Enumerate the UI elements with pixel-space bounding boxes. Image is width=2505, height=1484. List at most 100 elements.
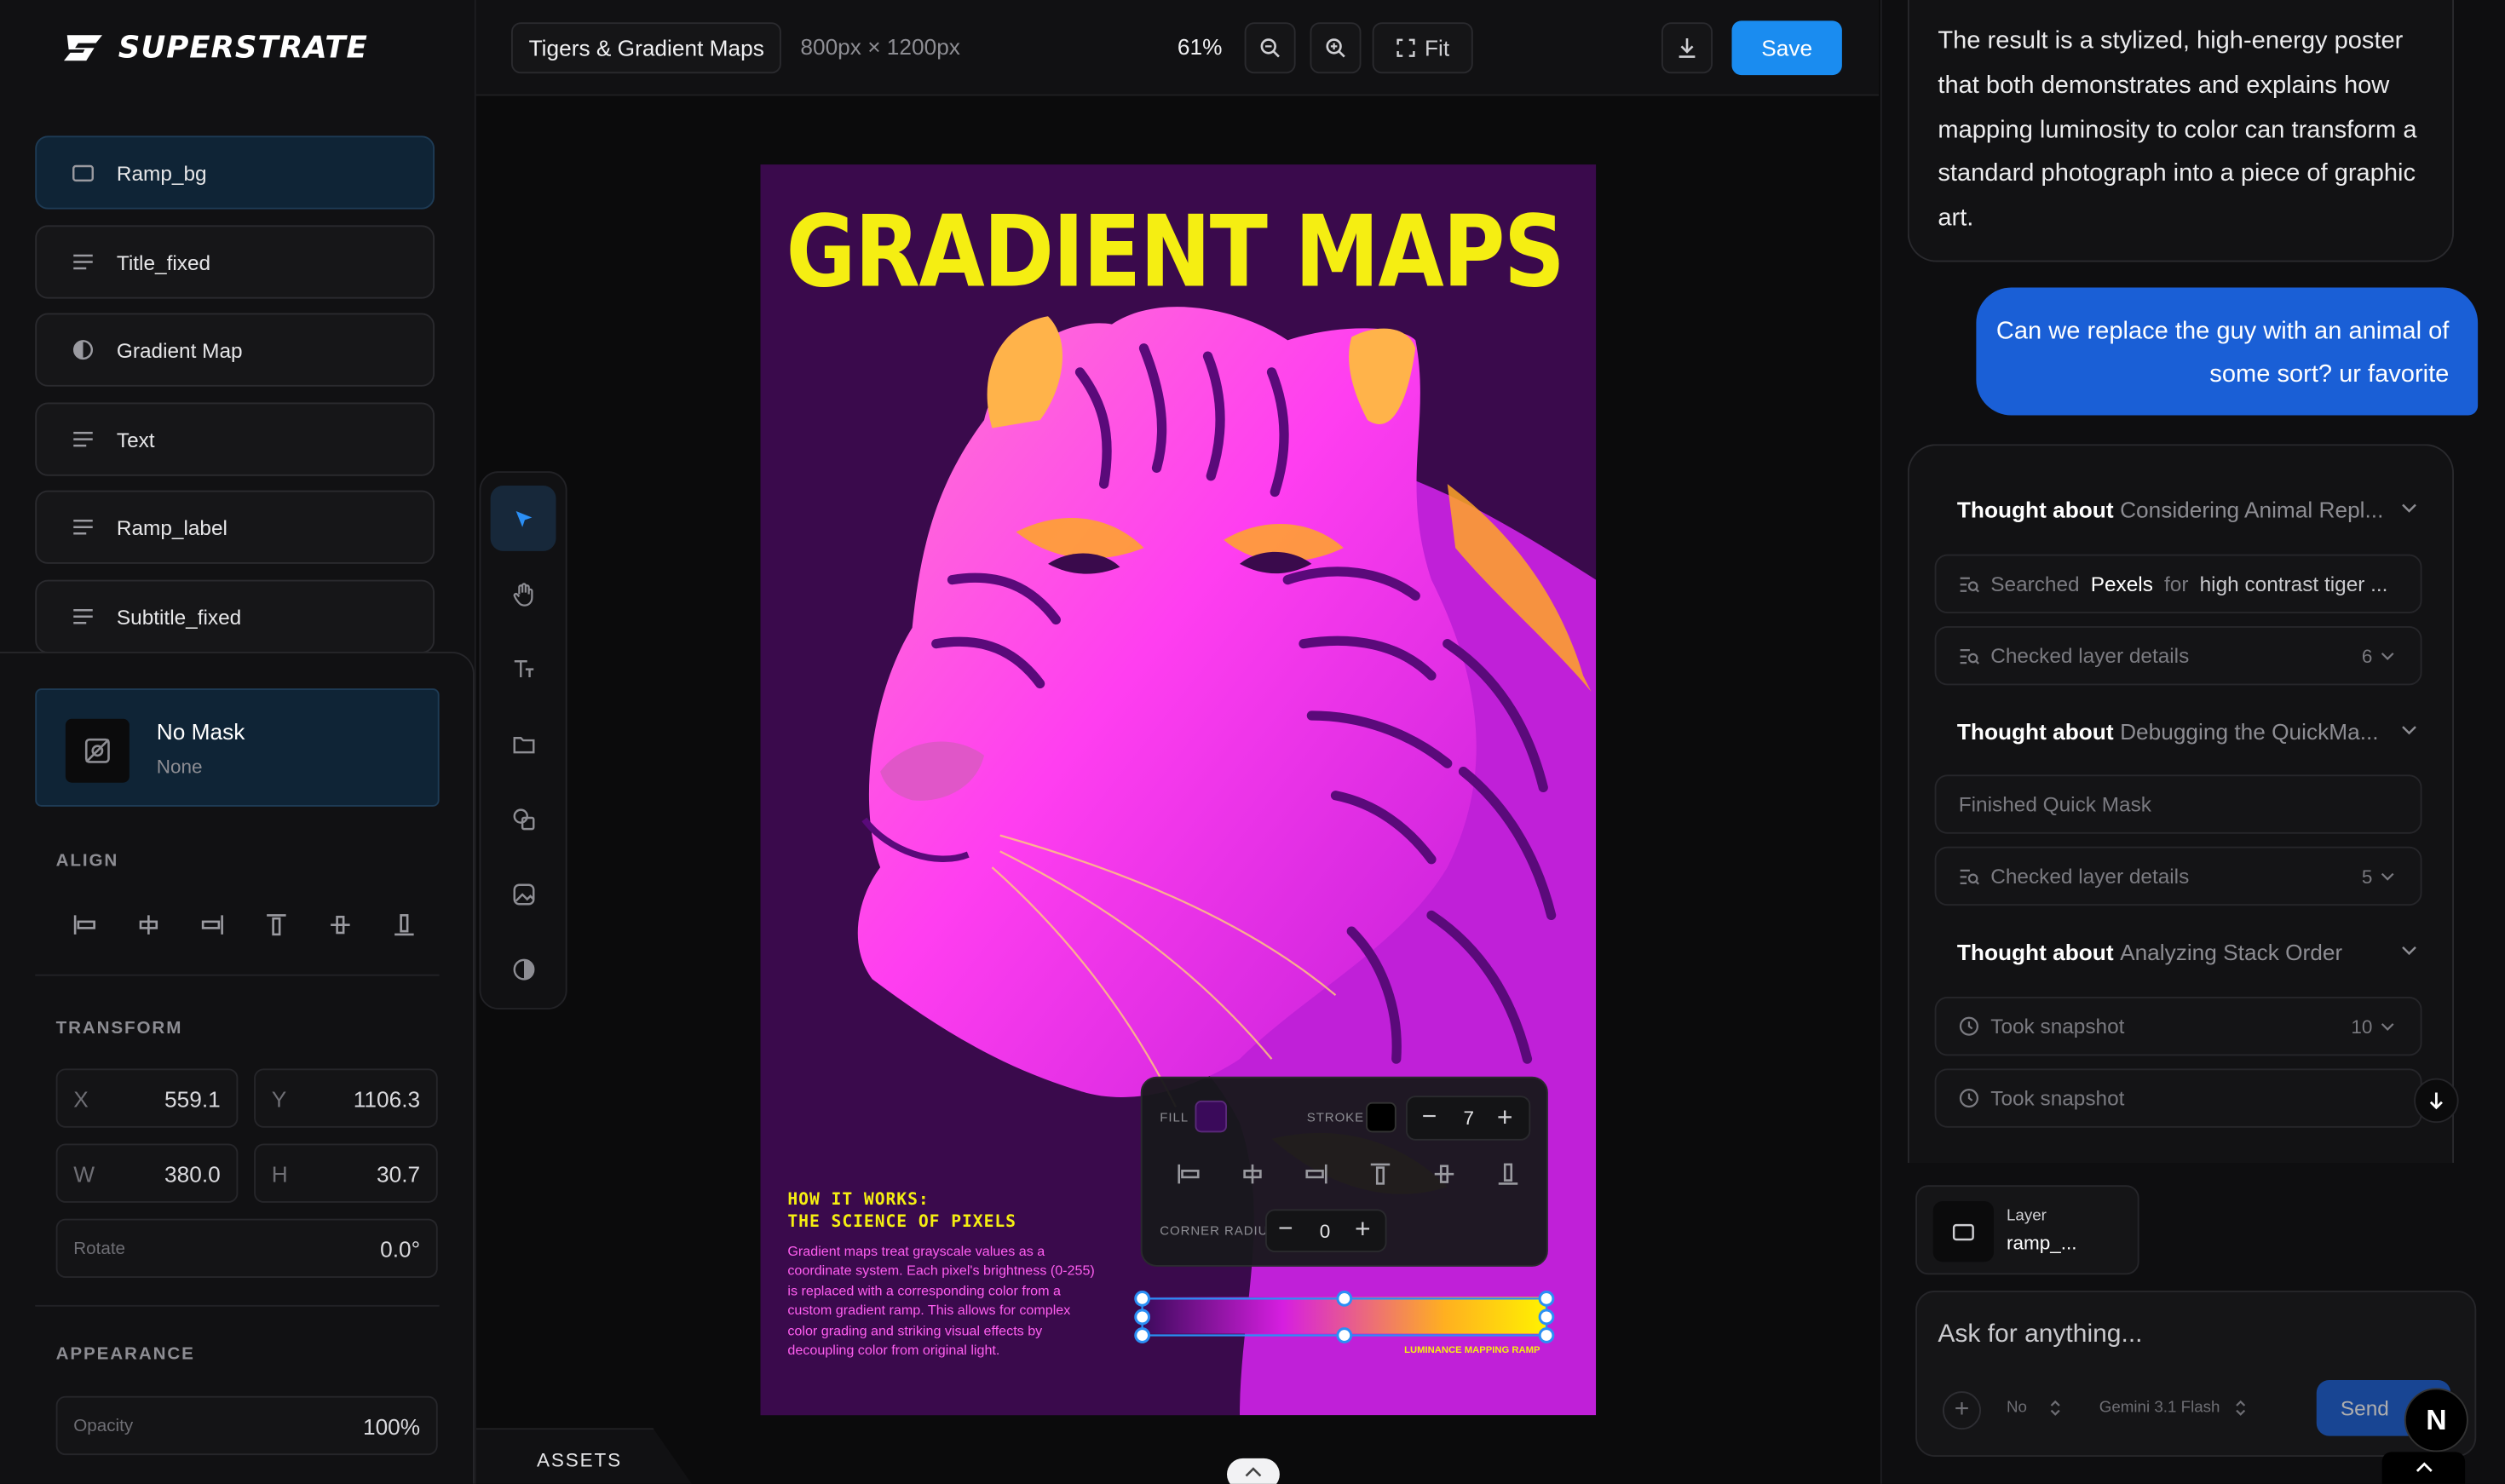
minus-icon[interactable]: − <box>1278 1216 1293 1245</box>
plus-icon[interactable]: + <box>1497 1102 1513 1135</box>
fit-icon <box>1396 38 1415 57</box>
selection-box[interactable] <box>1128 1285 1563 1352</box>
h-field[interactable]: H 30.7 <box>254 1143 438 1203</box>
layer-item[interactable]: Title_fixed <box>35 225 435 299</box>
align-top-icon[interactable] <box>1366 1159 1395 1188</box>
y-field[interactable]: Y 1106.3 <box>254 1068 438 1128</box>
expand-handle[interactable] <box>1227 1458 1280 1484</box>
align-middle-v-icon[interactable] <box>1430 1159 1459 1188</box>
text-tool[interactable] <box>491 636 556 701</box>
minus-icon[interactable]: − <box>1422 1104 1437 1133</box>
thought-1[interactable]: Thought about Considering Animal Repl... <box>1957 497 2421 522</box>
layer-label: Gradient Map <box>116 337 243 362</box>
align-left-icon[interactable] <box>71 911 100 940</box>
half-circle-icon <box>72 339 94 361</box>
thought-prefix: Thought about <box>1956 497 2114 523</box>
plus-icon[interactable]: + <box>1355 1214 1371 1246</box>
folder-icon <box>512 736 534 753</box>
align-left-icon[interactable] <box>1174 1159 1203 1188</box>
chevron-down-icon[interactable] <box>2401 946 2417 957</box>
align-right-icon[interactable] <box>199 911 227 940</box>
snapshot-1-label: Took snapshot <box>1990 1014 2125 1038</box>
h-label: H <box>271 1161 288 1188</box>
align-top-icon[interactable] <box>262 911 291 940</box>
clock-icon <box>1959 1016 1979 1036</box>
chat-input[interactable]: Ask for anything... <box>1938 1321 2142 1350</box>
thought-2[interactable]: Thought about Debugging the QuickMa... <box>1957 719 2421 745</box>
layer-item[interactable]: Ramp_bg <box>35 135 435 210</box>
checked-layer-step-2[interactable]: Checked layer details 5 <box>1934 846 2422 906</box>
layer-item[interactable]: Text <box>35 402 435 476</box>
thought-prefix: Thought about <box>1956 939 2114 965</box>
chevron-down-icon[interactable] <box>2401 725 2417 736</box>
poster-title[interactable]: GRADIENT MAPS <box>786 193 1565 310</box>
zoom-out-button[interactable] <box>1244 22 1296 74</box>
stroke-swatch[interactable] <box>1366 1101 1396 1133</box>
corner-radius-value[interactable]: 0 <box>1320 1221 1331 1243</box>
finished-mask-step[interactable]: Finished Quick Mask <box>1934 774 2422 834</box>
fill-swatch[interactable] <box>1195 1100 1227 1133</box>
snapshot-step-1[interactable]: Took snapshot 10 <box>1934 997 2422 1056</box>
properties-panel: No Mask None ALIGN TRANSFORM X 559.1 Y 110… <box>0 652 475 1484</box>
clock-icon <box>1959 1088 1979 1108</box>
w-field[interactable]: W 380.0 <box>55 1143 239 1203</box>
hand-tool[interactable] <box>491 561 556 626</box>
y-value: 1106.3 <box>353 1086 421 1112</box>
download-button[interactable] <box>1661 22 1713 74</box>
folder-tool[interactable] <box>491 710 556 776</box>
zoom-out-icon <box>1260 38 1280 58</box>
poster-body-text[interactable]: Gradient maps treat grayscale values as … <box>787 1241 1099 1360</box>
mode-value: No <box>2007 1399 2027 1418</box>
shapes-icon <box>512 808 534 830</box>
snapshot-step-2[interactable]: Took snapshot <box>1934 1068 2422 1128</box>
rotate-field[interactable]: Rotate 0.0° <box>55 1218 438 1278</box>
mode-select[interactable]: No <box>2007 1399 2060 1418</box>
chevron-down-icon <box>2381 652 2394 660</box>
fit-label: Fit <box>1424 35 1450 61</box>
adjustment-tool[interactable] <box>491 936 556 1002</box>
thought-3-title: Analyzing Stack Order <box>2120 939 2343 965</box>
shapes-tool[interactable] <box>491 786 556 852</box>
layer-item[interactable]: Subtitle_fixed <box>35 579 435 653</box>
poster-subtitle[interactable]: HOW IT WORKS: THE SCIENCE OF PIXELS <box>787 1188 1016 1234</box>
thought-3[interactable]: Thought about Analyzing Stack Order <box>1957 940 2421 965</box>
assistant-message-text: The result is a stylized, high-energy po… <box>1938 26 2417 233</box>
corner-radius-label: CORNER RADIUS <box>1160 1223 1278 1239</box>
opacity-field[interactable]: Opacity 100% <box>55 1395 438 1456</box>
layer-context-chip[interactable]: Layer ramp_... <box>1915 1185 2139 1275</box>
layer-label: Ramp_label <box>116 515 227 539</box>
align-middle-v-icon[interactable] <box>326 911 355 940</box>
checked-layer-1-count: 6 <box>2361 644 2373 667</box>
zoom-in-button[interactable] <box>1310 22 1362 74</box>
collapse-tab[interactable] <box>2381 1452 2466 1484</box>
fit-button[interactable]: Fit <box>1372 22 1473 74</box>
align-bottom-icon[interactable] <box>1494 1159 1523 1188</box>
image-tool[interactable] <box>491 861 556 927</box>
thought-2-title: Debugging the QuickMa... <box>2120 718 2379 745</box>
align-bottom-icon[interactable] <box>390 911 419 940</box>
document-name[interactable]: Tigers & Gradient Maps <box>511 22 782 74</box>
panel-align-buttons <box>1174 1159 1523 1188</box>
image-icon <box>512 883 534 905</box>
layer-item[interactable]: Ramp_label <box>35 490 435 564</box>
save-button[interactable]: Save <box>1731 20 1842 76</box>
scroll-down-button[interactable] <box>2414 1078 2459 1124</box>
text-lines-icon <box>72 516 94 538</box>
model-select[interactable]: Gemini 3.1 Flash <box>2099 1400 2246 1417</box>
select-tool[interactable] <box>490 486 556 551</box>
align-buttons <box>71 911 419 940</box>
mask-selector[interactable]: No Mask None <box>35 688 440 807</box>
add-attachment-button[interactable]: + <box>1943 1391 1981 1430</box>
search-step[interactable]: Searched Pexels for high contrast tiger … <box>1934 554 2422 613</box>
align-right-icon[interactable] <box>1302 1159 1331 1188</box>
chevron-down-icon[interactable] <box>2401 503 2417 515</box>
stroke-width-value[interactable]: 7 <box>1464 1107 1475 1129</box>
assistant-avatar[interactable]: N <box>2404 1388 2468 1452</box>
x-field[interactable]: X 559.1 <box>55 1068 239 1128</box>
left-sidebar: SUPERSTRATE Ramp_bg Title_fixed Gradient M… <box>0 0 476 1484</box>
align-center-h-icon[interactable] <box>135 911 164 940</box>
mask-title: No Mask <box>156 718 245 745</box>
layer-item[interactable]: Gradient Map <box>35 313 435 387</box>
align-center-h-icon[interactable] <box>1238 1159 1267 1188</box>
checked-layer-step-1[interactable]: Checked layer details 6 <box>1934 626 2422 686</box>
